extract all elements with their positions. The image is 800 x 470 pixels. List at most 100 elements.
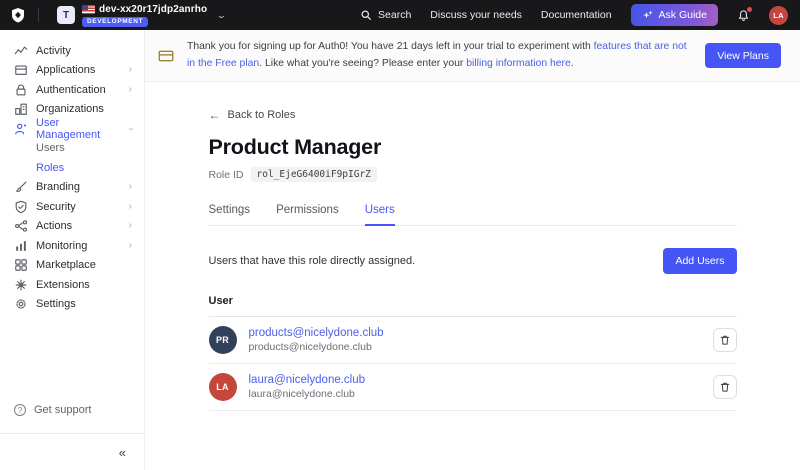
get-support-link[interactable]: ? Get support [0,400,144,420]
sparkle-plus-icon [642,10,653,21]
auth0-shield-icon[interactable] [10,7,26,23]
sidebar-item-settings[interactable]: Settings [0,295,144,315]
topbar: T dev-xx20r17jdp2anrho DEVELOPMENT ⌄ Sea… [0,0,800,30]
chevron-right-icon: › [128,239,132,251]
tab-settings[interactable]: Settings [209,204,251,226]
ask-guide-label: Ask Guide [658,9,707,21]
documentation-link[interactable]: Documentation [541,9,612,21]
app-root: T dev-xx20r17jdp2anrho DEVELOPMENT ⌄ Sea… [0,0,800,470]
banner-text-3: . [570,57,574,69]
sidebar-item-label: Organizations [36,103,104,116]
chevron-right-icon: › [128,64,132,76]
sidebar-item-label: Activity [36,44,71,57]
search-button[interactable]: Search [360,9,411,21]
trash-icon [719,381,731,393]
add-users-button[interactable]: Add Users [663,248,737,274]
notifications-button[interactable] [737,6,752,22]
activity-icon [14,44,28,58]
sidebar-item-authentication[interactable]: Authentication › [0,80,144,100]
table-header-user: User [208,289,737,317]
banner-text-2: . Like what you're seeing? Please enter … [259,57,467,69]
help-icon: ? [14,404,26,416]
billing-information-link[interactable]: billing information here [466,58,571,69]
sidebar-item-actions[interactable]: Actions › [0,217,144,237]
sidebar-item-label: User Management [36,116,101,141]
tab-permissions[interactable]: Permissions [276,204,339,226]
sidebar-item-marketplace[interactable]: Marketplace [0,256,144,276]
tenant-info: dev-xx20r17jdp2anrho DEVELOPMENT [82,4,207,27]
sidebar-item-user-management[interactable]: User Management › [0,116,144,141]
user-management-icon [14,122,28,136]
trash-icon [719,334,731,346]
tenant-switcher[interactable]: T dev-xx20r17jdp2anrho DEVELOPMENT ⌄ [57,4,227,27]
back-arrow-icon: ← [208,108,221,122]
sidebar-item-label: Applications [36,64,96,77]
sidebar-item-users[interactable]: Users [0,139,144,159]
chevron-down-icon: › [125,127,137,131]
sidebar-item-label: Monitoring [36,239,88,252]
marketplace-icon [14,258,28,272]
sidebar-footer: « [0,433,144,470]
remove-user-button[interactable] [712,328,737,352]
tab-users[interactable]: Users [364,204,395,226]
user-email-sub: laura@nicelydone.club [248,388,355,400]
search-label: Search [378,9,412,21]
user-email-link[interactable]: laura@nicelydone.club [249,374,366,386]
topbar-left: T dev-xx20r17jdp2anrho DEVELOPMENT ⌄ [10,4,227,27]
body-row: Activity Applications › Authentication ›… [0,30,800,470]
get-support-label: Get support [34,404,92,416]
remove-user-button[interactable] [712,375,737,399]
user-avatar[interactable]: LA [769,5,788,25]
monitoring-icon [14,239,28,253]
chevron-right-icon: › [128,83,132,95]
branding-icon [14,180,28,194]
view-plans-button[interactable]: View Plans [705,43,781,68]
sidebar-item-monitoring[interactable]: Monitoring › [0,236,144,256]
sidebar-item-activity[interactable]: Activity [0,41,144,61]
sidebar-item-roles[interactable]: Roles [0,158,144,178]
user-info: laura@nicelydone.club laura@nicelydone.c… [249,374,366,400]
sidebar-item-label: Authentication [36,83,106,96]
search-icon [360,9,372,21]
organizations-icon [14,102,28,116]
user-email-link[interactable]: products@nicelydone.club [249,327,384,339]
page-title: Product Manager [208,135,382,159]
collapse-sidebar-icon[interactable]: « [119,446,126,459]
avatar: LA [208,373,237,401]
sidebar-item-label: Marketplace [36,259,96,272]
chevron-right-icon: › [128,220,132,232]
role-id-label: Role ID [208,168,244,181]
settings-icon [14,297,28,311]
notification-dot [747,6,752,12]
actions-icon [14,219,28,233]
sidebar: Activity Applications › Authentication ›… [0,30,145,470]
user-info: products@nicelydone.club products@nicely… [249,327,384,353]
tenant-name: dev-xx20r17jdp2anrho [99,3,208,15]
authentication-icon [14,83,28,97]
sidebar-item-extensions[interactable]: Extensions [0,275,144,295]
role-tabs: Settings Permissions Users [208,204,737,226]
sidebar-item-security[interactable]: Security › [0,197,144,217]
credit-card-icon [157,47,175,65]
banner-text-1: Thank you for signing up for Auth0! You … [187,41,594,53]
main-area: Thank you for signing up for Auth0! You … [145,30,800,470]
ask-guide-button[interactable]: Ask Guide [630,4,718,26]
sidebar-item-applications[interactable]: Applications › [0,61,144,81]
us-flag-icon [82,4,95,14]
trial-banner: Thank you for signing up for Auth0! You … [145,30,800,82]
sidebar-bottom: ? Get support « [0,400,144,470]
users-description-row: Users that have this role directly assig… [209,248,737,274]
topbar-divider [38,8,39,22]
back-to-roles-link[interactable]: ← Back to Roles [209,109,296,121]
chevron-right-icon: › [128,181,132,193]
discuss-needs-link[interactable]: Discuss your needs [430,9,522,21]
chevron-right-icon: › [128,200,132,212]
role-id-row: Role ID rol_EjeG6400iF9pIGrZ [209,167,737,182]
users-description: Users that have this role directly assig… [208,255,416,267]
trial-banner-text: Thank you for signing up for Auth0! You … [187,39,693,71]
chevron-down-icon: ⌄ [216,10,227,20]
role-id-value: rol_EjeG6400iF9pIGrZ [250,167,377,182]
table-row: LA laura@nicelydone.club laura@nicelydon… [208,364,737,411]
applications-icon [14,63,28,77]
sidebar-item-branding[interactable]: Branding › [0,178,144,198]
